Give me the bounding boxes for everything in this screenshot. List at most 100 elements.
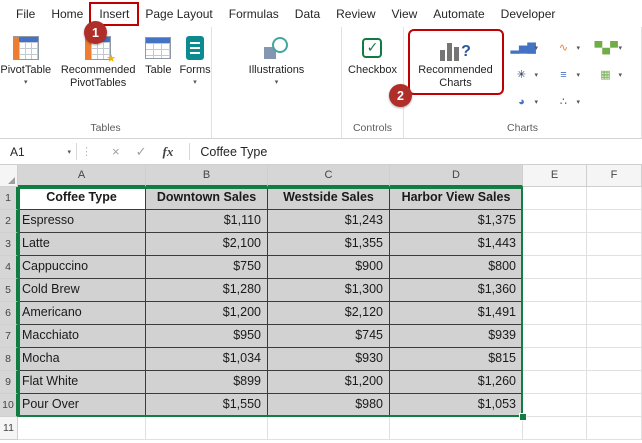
- cell-F3[interactable]: [587, 233, 642, 256]
- cell-C6[interactable]: $2,120: [268, 302, 390, 325]
- tab-home[interactable]: Home: [43, 4, 91, 24]
- cell-D11[interactable]: [390, 417, 523, 440]
- cell-D6[interactable]: $1,491: [390, 302, 523, 325]
- cell-C5[interactable]: $1,300: [268, 279, 390, 302]
- cell-E4[interactable]: [523, 256, 587, 279]
- fill-handle[interactable]: [519, 413, 527, 421]
- cell-D1[interactable]: Harbor View Sales: [390, 187, 523, 210]
- cell-E1[interactable]: [523, 187, 587, 210]
- cell-E6[interactable]: [523, 302, 587, 325]
- cell-C7[interactable]: $745: [268, 325, 390, 348]
- row-header-11[interactable]: 11: [0, 417, 18, 440]
- cell-C11[interactable]: [268, 417, 390, 440]
- cell-D9[interactable]: $1,260: [390, 371, 523, 394]
- cell-D5[interactable]: $1,360: [390, 279, 523, 302]
- tab-page-layout[interactable]: Page Layout: [137, 4, 220, 24]
- cell-A9[interactable]: Flat White: [18, 371, 146, 394]
- cell-E9[interactable]: [523, 371, 587, 394]
- pie-chart-button[interactable]: ◕▾: [509, 88, 551, 115]
- cell-C1[interactable]: Westside Sales: [268, 187, 390, 210]
- cell-C10[interactable]: $980: [268, 394, 390, 417]
- row-header-9[interactable]: 9: [0, 371, 18, 394]
- cell-E7[interactable]: [523, 325, 587, 348]
- map-chart-button[interactable]: ▦▾: [593, 61, 635, 88]
- cell-C8[interactable]: $930: [268, 348, 390, 371]
- tab-automate[interactable]: Automate: [425, 4, 492, 24]
- cell-F6[interactable]: [587, 302, 642, 325]
- tab-data[interactable]: Data: [287, 4, 328, 24]
- formula-input[interactable]: Coffee Type: [190, 139, 642, 164]
- row-header-4[interactable]: 4: [0, 256, 18, 279]
- cancel-icon[interactable]: ×: [112, 144, 120, 159]
- cell-C3[interactable]: $1,355: [268, 233, 390, 256]
- row-header-2[interactable]: 2: [0, 210, 18, 233]
- scatter-chart-button[interactable]: ∴▾: [551, 88, 593, 115]
- cell-D7[interactable]: $939: [390, 325, 523, 348]
- line-chart-button[interactable]: ∿▾: [551, 34, 593, 61]
- cell-A8[interactable]: Mocha: [18, 348, 146, 371]
- cell-E3[interactable]: [523, 233, 587, 256]
- cell-D2[interactable]: $1,375: [390, 210, 523, 233]
- column-header-B[interactable]: B: [146, 165, 268, 187]
- checkbox-button[interactable]: ✓ Checkbox: [345, 32, 400, 79]
- cell-B8[interactable]: $1,034: [146, 348, 268, 371]
- column-header-E[interactable]: E: [523, 165, 587, 187]
- row-header-10[interactable]: 10: [0, 394, 18, 417]
- cell-E2[interactable]: [523, 210, 587, 233]
- cell-A1[interactable]: Coffee Type: [18, 187, 146, 210]
- cell-B6[interactable]: $1,200: [146, 302, 268, 325]
- enter-icon[interactable]: ✓: [136, 144, 147, 160]
- cell-E10[interactable]: [523, 394, 587, 417]
- cell-F9[interactable]: [587, 371, 642, 394]
- cell-F5[interactable]: [587, 279, 642, 302]
- formula-bar-splitter-icon[interactable]: ⋮: [77, 139, 96, 164]
- row-header-8[interactable]: 8: [0, 348, 18, 371]
- name-box-dropdown-icon[interactable]: ▾: [67, 148, 71, 156]
- cell-A2[interactable]: Espresso: [18, 210, 146, 233]
- cell-B3[interactable]: $2,100: [146, 233, 268, 256]
- column-chart-button[interactable]: ▂▅▇▾: [509, 34, 551, 61]
- cell-B4[interactable]: $750: [146, 256, 268, 279]
- insert-function-button[interactable]: fx: [163, 144, 174, 160]
- cell-C9[interactable]: $1,200: [268, 371, 390, 394]
- select-all-button[interactable]: [0, 165, 18, 187]
- cell-B11[interactable]: [146, 417, 268, 440]
- row-header-1[interactable]: 1: [0, 187, 18, 210]
- bar-chart-button[interactable]: ≡▾: [551, 61, 593, 88]
- table-button[interactable]: Table: [142, 32, 174, 79]
- cell-B2[interactable]: $1,110: [146, 210, 268, 233]
- cell-A4[interactable]: Cappuccino: [18, 256, 146, 279]
- cell-A5[interactable]: Cold Brew: [18, 279, 146, 302]
- cell-F4[interactable]: [587, 256, 642, 279]
- cell-D4[interactable]: $800: [390, 256, 523, 279]
- row-header-6[interactable]: 6: [0, 302, 18, 325]
- name-box[interactable]: A1 ▾: [0, 139, 76, 164]
- tab-formulas[interactable]: Formulas: [221, 4, 287, 24]
- cell-A3[interactable]: Latte: [18, 233, 146, 256]
- cell-B7[interactable]: $950: [146, 325, 268, 348]
- tab-view[interactable]: View: [384, 4, 426, 24]
- cell-C2[interactable]: $1,243: [268, 210, 390, 233]
- cell-B10[interactable]: $1,550: [146, 394, 268, 417]
- cell-A7[interactable]: Macchiato: [18, 325, 146, 348]
- illustrations-button[interactable]: Illustrations ▾: [246, 32, 308, 89]
- cell-B9[interactable]: $899: [146, 371, 268, 394]
- tab-developer[interactable]: Developer: [493, 4, 564, 24]
- pivottable-button[interactable]: PivotTable ▾: [0, 32, 54, 89]
- cell-B1[interactable]: Downtown Sales: [146, 187, 268, 210]
- cell-D10[interactable]: $1,053: [390, 394, 523, 417]
- recommended-charts-button[interactable]: ? Recommended Charts: [411, 32, 501, 92]
- cell-D3[interactable]: $1,443: [390, 233, 523, 256]
- cell-F1[interactable]: [587, 187, 642, 210]
- row-header-7[interactable]: 7: [0, 325, 18, 348]
- cell-F7[interactable]: [587, 325, 642, 348]
- row-header-3[interactable]: 3: [0, 233, 18, 256]
- column-header-C[interactable]: C: [268, 165, 390, 187]
- cell-A11[interactable]: [18, 417, 146, 440]
- tab-review[interactable]: Review: [328, 4, 383, 24]
- cell-C4[interactable]: $900: [268, 256, 390, 279]
- cell-F11[interactable]: [587, 417, 642, 440]
- column-header-F[interactable]: F: [587, 165, 642, 187]
- radar-chart-button[interactable]: ✳▾: [509, 61, 551, 88]
- waterfall-chart-button[interactable]: ▀▄▀▾: [593, 34, 635, 61]
